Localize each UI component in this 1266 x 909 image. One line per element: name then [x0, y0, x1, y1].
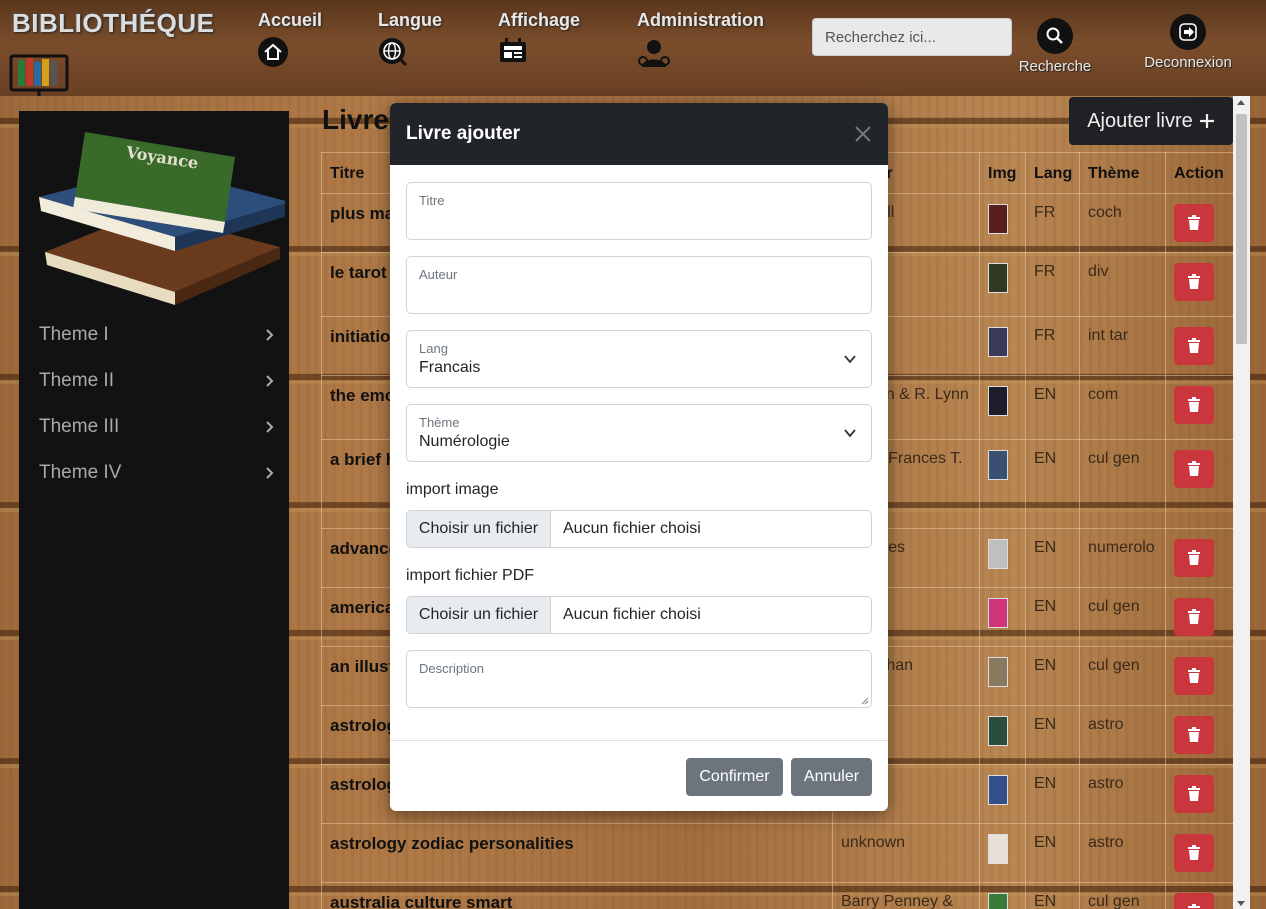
nav-affichage[interactable]: Affichage: [498, 10, 580, 67]
description-field[interactable]: Description: [406, 650, 872, 708]
scroll-down-arrow-icon[interactable]: [1237, 901, 1245, 906]
description-textarea[interactable]: [407, 651, 871, 707]
add-book-modal: Livre ajouter Titre Auteur Lang Francais…: [390, 103, 888, 811]
search-icon: [1037, 18, 1073, 54]
chevron-down-icon: [844, 355, 856, 364]
close-icon[interactable]: [854, 125, 872, 143]
cancel-button[interactable]: Annuler: [791, 758, 872, 796]
chevron-down-icon: [844, 429, 856, 438]
image-file-input[interactable]: Choisir un fichier Aucun fichier choisi: [406, 510, 872, 548]
modal-footer: Confirmer Annuler: [390, 740, 888, 811]
choose-image-button[interactable]: Choisir un fichier: [407, 511, 551, 547]
auteur-field[interactable]: Auteur: [406, 256, 872, 314]
logout-icon: [1170, 14, 1206, 50]
theme-select[interactable]: Thème Numérologie: [406, 404, 872, 462]
globe-icon: [379, 38, 408, 67]
admin-icon: [638, 40, 670, 67]
display-icon: [500, 38, 526, 62]
lang-select[interactable]: Lang Francais: [406, 330, 872, 388]
logout-button[interactable]: Deconnexion: [1140, 10, 1236, 71]
brand-title[interactable]: BIBLIOTHÉQUE: [12, 8, 214, 39]
confirm-button[interactable]: Confirmer: [686, 758, 783, 796]
scrollbar-thumb[interactable]: [1236, 114, 1247, 344]
pdf-file-name: Aucun fichier choisi: [563, 606, 701, 623]
top-navbar: BIBLIOTHÉQUE Accueil Langue Affichage Ad…: [0, 0, 1266, 96]
nav-accueil[interactable]: Accueil: [258, 10, 322, 67]
search-button[interactable]: Recherche: [1012, 14, 1098, 75]
image-file-name: Aucun fichier choisi: [563, 520, 701, 537]
library-logo-icon[interactable]: [8, 50, 70, 96]
nav-langue[interactable]: Langue: [378, 10, 442, 67]
import-image-label: import image: [406, 481, 499, 498]
modal-header: Livre ajouter: [390, 103, 888, 165]
import-pdf-label: import fichier PDF: [406, 567, 535, 584]
pdf-file-input[interactable]: Choisir un fichier Aucun fichier choisi: [406, 596, 872, 634]
resize-grip-icon[interactable]: [859, 695, 869, 705]
modal-title: Livre ajouter: [406, 123, 521, 144]
titre-field[interactable]: Titre: [406, 182, 872, 240]
search-input[interactable]: [812, 18, 1012, 56]
page-scrollbar[interactable]: [1233, 96, 1250, 909]
choose-pdf-button[interactable]: Choisir un fichier: [407, 597, 551, 633]
scroll-up-arrow-icon[interactable]: [1237, 100, 1245, 105]
home-icon: [258, 37, 288, 67]
nav-administration[interactable]: Administration: [637, 10, 764, 69]
modal-body: Titre Auteur Lang Francais Thème Numérol…: [390, 165, 888, 740]
